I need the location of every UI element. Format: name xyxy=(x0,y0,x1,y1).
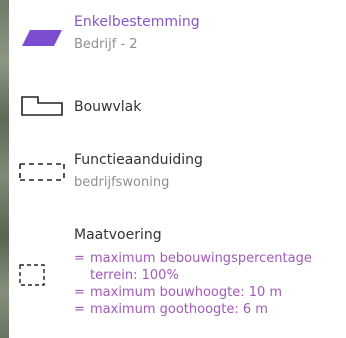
dashed-outline-icon xyxy=(19,163,65,181)
list-item: = maximum bouwhoogte: 10 m xyxy=(74,284,346,301)
parallelogram-swatch-icon xyxy=(22,30,62,46)
list-item-text: maximum bebouwingspercentage xyxy=(90,251,312,266)
bullet: = xyxy=(74,251,85,266)
legend-title: Functieaanduiding xyxy=(74,152,203,168)
legend-item-functieaanduiding[interactable]: Functieaanduiding bedrijfswoning xyxy=(0,140,346,200)
legend-title: Enkelbestemming xyxy=(74,14,200,30)
bullet: = xyxy=(74,302,85,317)
legend-title: Maatvoering xyxy=(74,227,162,243)
bouwvlak-outline-icon xyxy=(21,96,63,116)
legend-item-enkelbestemming[interactable]: Enkelbestemming Bedrijf - 2 xyxy=(0,0,346,70)
dashed-box-icon xyxy=(19,264,45,286)
bullet: = xyxy=(74,285,85,300)
legend-item-bouwvlak[interactable]: Bouwvlak xyxy=(0,80,346,130)
legend-subtitle: Bedrijf - 2 xyxy=(74,37,138,52)
maatvoering-list: = maximum bebouwingspercentage terrein: 1… xyxy=(74,250,346,318)
legend-title: Bouwvlak xyxy=(74,99,142,115)
list-item-text: terrein: 100% xyxy=(90,268,179,283)
list-item-text: maximum bouwhoogte: 10 m xyxy=(90,285,283,300)
list-item: = maximum bebouwingspercentage xyxy=(74,250,346,267)
list-item-text: maximum goothoogte: 6 m xyxy=(90,302,268,317)
legend-subtitle: bedrijfswoning xyxy=(74,175,170,190)
list-item-continuation: terrein: 100% xyxy=(74,267,346,284)
list-item: = maximum goothoogte: 6 m xyxy=(74,301,346,318)
